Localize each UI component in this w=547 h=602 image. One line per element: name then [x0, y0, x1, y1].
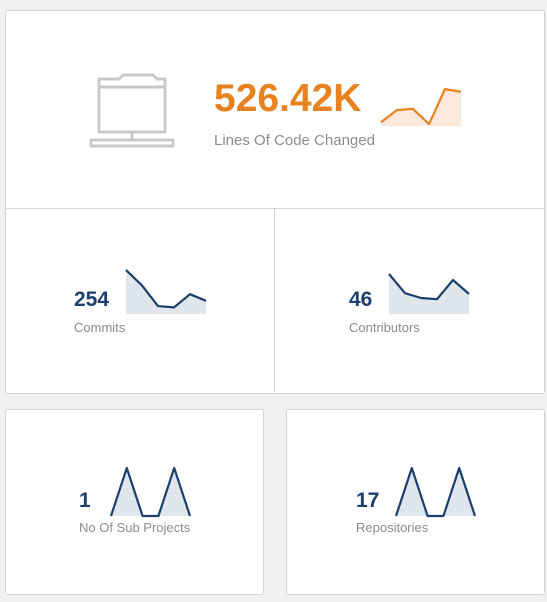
- sparkline-area: [111, 468, 190, 516]
- sparkline-area: [389, 274, 469, 314]
- commits-sparkline: [125, 269, 207, 314]
- sparkline-svg: [109, 466, 192, 518]
- lines-changed-sparkline: [380, 88, 462, 126]
- sub-projects-value: 1: [79, 489, 91, 512]
- contributors-label: Contributors: [349, 320, 420, 335]
- card-divider-horizontal: [6, 208, 544, 209]
- sub-projects-label: No Of Sub Projects: [79, 520, 191, 535]
- sparkline-svg: [380, 88, 462, 126]
- summary-card-top: 526.42K Lines Of Code Changed 254 Commit…: [5, 10, 545, 394]
- sparkline-svg: [388, 273, 470, 314]
- lines-changed-label: Lines Of Code Changed: [214, 132, 375, 149]
- sub-projects-sparkline: [109, 466, 192, 518]
- repositories-card: 17 Repositories: [286, 409, 545, 595]
- contributors-value: 46: [349, 288, 373, 311]
- repositories-label: Repositories: [356, 520, 429, 535]
- commits-label: Commits: [74, 320, 126, 335]
- sub-projects-card: 1 No Of Sub Projects: [5, 409, 264, 595]
- sparkline-svg: [125, 269, 207, 314]
- contributors-sparkline: [388, 273, 470, 314]
- card-divider-vertical: [274, 209, 275, 394]
- lines-changed-value: 526.42K: [214, 77, 362, 120]
- repositories-value: 17: [356, 489, 380, 512]
- sparkline-area: [396, 468, 475, 516]
- repositories-sparkline: [394, 466, 477, 518]
- folder-network-icon: [89, 72, 175, 148]
- sparkline-area: [381, 89, 461, 126]
- commits-value: 254: [74, 288, 110, 311]
- sparkline-svg: [394, 466, 477, 518]
